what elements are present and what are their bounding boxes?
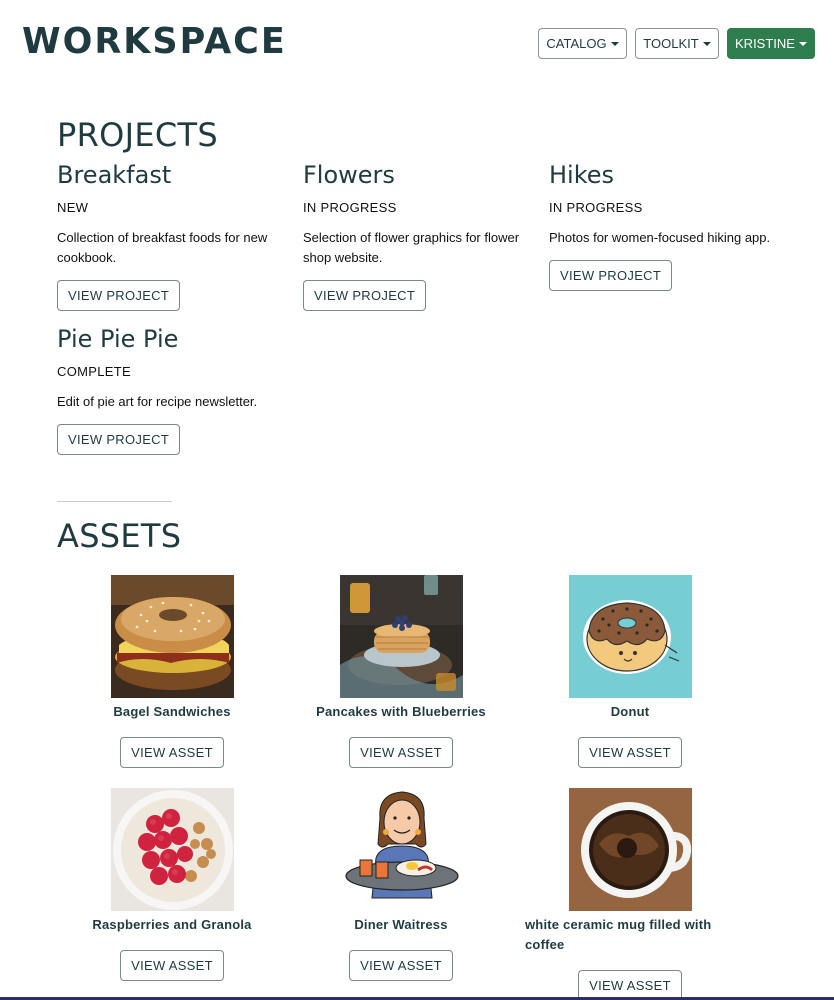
project-description: Selection of flower graphics for flower …: [303, 230, 520, 265]
asset-card: Donut VIEW ASSET: [525, 575, 735, 768]
user-menu-button[interactable]: KRISTINE: [727, 28, 815, 59]
view-project-button[interactable]: VIEW PROJECT: [549, 260, 673, 291]
toolkit-dropdown-button[interactable]: TOOLKIT: [635, 28, 719, 59]
projects-heading: PROJECTS: [57, 116, 218, 154]
donut-thumbnail[interactable]: [568, 575, 692, 698]
project-status: COMPLETE: [57, 364, 131, 379]
asset-name[interactable]: Diner Waitress: [296, 915, 506, 935]
catalog-dropdown-button[interactable]: CATALOG: [538, 28, 627, 59]
asset-name[interactable]: Raspberries and Granola: [67, 915, 277, 935]
view-asset-button[interactable]: VIEW ASSET: [120, 950, 224, 981]
raspberries-granola-thumbnail[interactable]: [110, 788, 234, 911]
chevron-down-icon: [702, 42, 711, 46]
asset-card: white ceramic mug filled with coffee VIE…: [525, 788, 735, 1000]
coffee-mug-thumbnail[interactable]: [568, 788, 692, 911]
project-status: NEW: [57, 200, 89, 215]
asset-card: Raspberries and Granola VIEW ASSET: [67, 788, 277, 981]
catalog-label: CATALOG: [546, 36, 607, 51]
project-status: IN PROGRESS: [549, 200, 643, 215]
chevron-down-icon: [798, 42, 807, 46]
project-description: Collection of breakfast foods for new co…: [57, 230, 268, 265]
asset-card: Bagel Sandwiches VIEW ASSET: [67, 575, 277, 768]
view-project-button[interactable]: VIEW PROJECT: [57, 424, 181, 455]
view-project-button[interactable]: VIEW PROJECT: [57, 280, 181, 311]
user-name-label: KRISTINE: [735, 36, 795, 51]
project-description: Edit of pie art for recipe newsletter.: [57, 394, 258, 409]
asset-name[interactable]: white ceramic mug filled with coffee: [525, 915, 735, 955]
view-asset-button[interactable]: VIEW ASSET: [349, 737, 453, 768]
asset-card: Pancakes with Blueberries VIEW ASSET: [296, 575, 506, 768]
toolkit-label: TOOLKIT: [643, 36, 699, 51]
project-name: Flowers: [303, 161, 395, 189]
asset-name[interactable]: Pancakes with Blueberries: [296, 702, 506, 722]
project-card: Flowers IN PROGRESS Selection of flower …: [303, 160, 543, 311]
asset-name[interactable]: Donut: [525, 702, 735, 722]
project-description: Photos for women-focused hiking app.: [549, 230, 771, 245]
assets-heading: ASSETS: [57, 517, 182, 555]
project-name: Breakfast: [57, 161, 172, 189]
asset-card: Diner Waitress VIEW ASSET: [296, 788, 506, 981]
section-divider: [57, 501, 172, 502]
view-asset-button[interactable]: VIEW ASSET: [120, 737, 224, 768]
view-asset-button[interactable]: VIEW ASSET: [578, 737, 682, 768]
view-asset-button[interactable]: VIEW ASSET: [349, 950, 453, 981]
chevron-down-icon: [610, 42, 619, 46]
view-project-button[interactable]: VIEW PROJECT: [303, 280, 427, 311]
project-card: Breakfast NEW Collection of breakfast fo…: [57, 160, 297, 311]
project-name: Pie Pie Pie: [57, 325, 179, 353]
project-name: Hikes: [549, 161, 615, 189]
project-card: Hikes IN PROGRESS Photos for women-focus…: [549, 160, 789, 291]
asset-name[interactable]: Bagel Sandwiches: [67, 702, 277, 722]
project-card: Pie Pie Pie COMPLETE Edit of pie art for…: [57, 324, 297, 455]
bagel-sandwich-thumbnail[interactable]: [110, 575, 234, 698]
brand-logo[interactable]: WORKSPACE: [22, 22, 287, 63]
diner-waitress-thumbnail[interactable]: [339, 788, 463, 911]
view-asset-button[interactable]: VIEW ASSET: [578, 970, 682, 1000]
project-status: IN PROGRESS: [303, 200, 397, 215]
pancakes-thumbnail[interactable]: [339, 575, 463, 698]
